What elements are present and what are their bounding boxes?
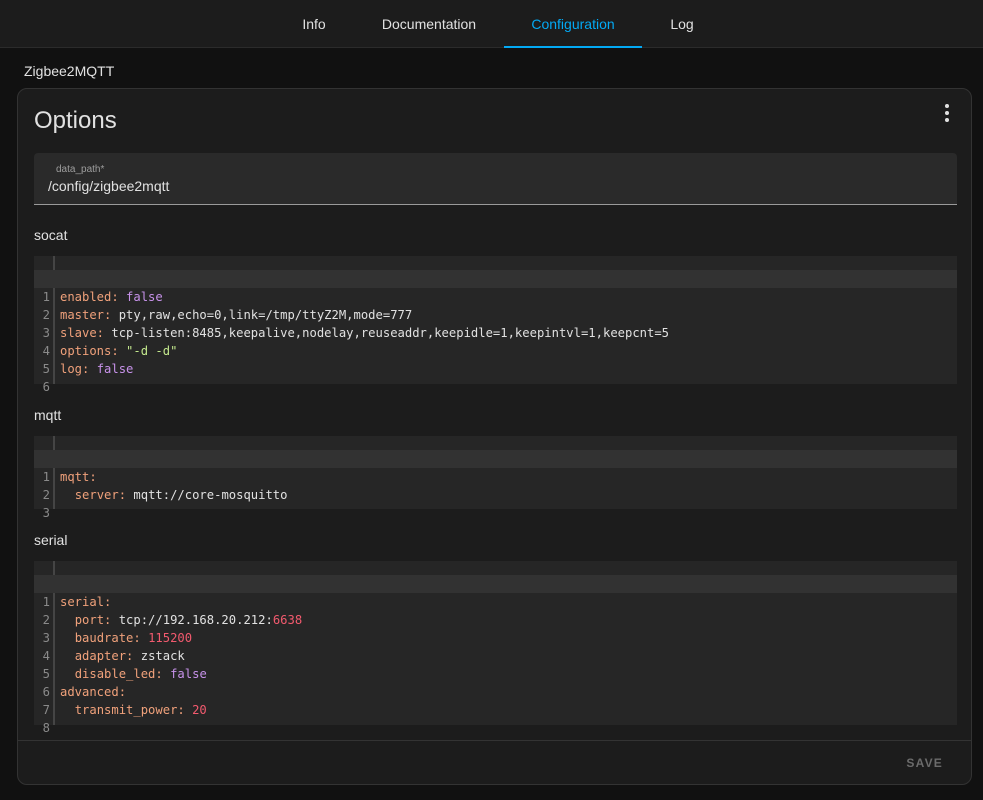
socat-code-editor[interactable]: 1 enabled: false 2 master: pty,raw,echo=0,… (34, 256, 957, 394)
code-line: 4 adapter: zstack (42, 649, 185, 663)
code-line: 7 transmit_power: 20 (42, 703, 207, 717)
code-line: 2 master: pty,raw,echo=0,link=/tmp/ttyZ2M… (42, 308, 413, 322)
save-button[interactable]: SAVE (906, 756, 943, 770)
code-line: 4 options: "-d -d" (42, 344, 178, 358)
data-path-value[interactable]: /config/zigbee2mqtt (48, 178, 169, 194)
active-tab-indicator (504, 46, 642, 48)
code-line: 6 advanced: (42, 685, 127, 699)
code-line: 5 log: false (42, 362, 134, 376)
code-line: 3 slave: tcp-listen:8485,keepalive,nodela… (42, 326, 670, 340)
tab-log[interactable]: Log (652, 0, 712, 48)
tab-bar: Info Documentation Configuration Log (0, 0, 983, 48)
addon-name: Zigbee2MQTT (24, 63, 115, 79)
card-title: Options (34, 107, 117, 134)
code-line: 2 server: mqtt://core-mosquitto (42, 488, 288, 502)
code-line: 3 (42, 506, 50, 520)
section-label-serial: serial (34, 532, 68, 548)
code-line: 8 (42, 721, 50, 735)
data-path-label: data_path* (56, 164, 105, 175)
section-label-socat: socat (34, 227, 68, 243)
code-line: 5 disable_led: false (42, 667, 207, 681)
code-line: 3 baudrate: 115200 (42, 631, 193, 645)
tab-log-label: Log (670, 16, 694, 32)
tab-info-label: Info (302, 16, 326, 32)
tab-info[interactable]: Info (281, 0, 347, 48)
tab-documentation-label: Documentation (381, 16, 477, 32)
section-label-mqtt: mqtt (34, 407, 62, 423)
options-card: Options data_path* /config/zigbee2mqtt s… (17, 88, 972, 785)
card-actions: SAVE (18, 740, 971, 784)
serial-code-editor[interactable]: 1 serial: 2 port: tcp://192.168.20.212:66… (34, 561, 957, 735)
data-path-field[interactable]: data_path* /config/zigbee2mqtt (34, 153, 957, 205)
tab-documentation[interactable]: Documentation (366, 0, 492, 48)
code-line: 6 (42, 380, 50, 394)
code-line: 2 port: tcp://192.168.20.212:6638 (42, 613, 303, 627)
mqtt-code-editor[interactable]: 1 mqtt: 2 server: mqtt://core-mosquitto 3 (34, 436, 957, 520)
code-line: 1 enabled: false (34, 270, 957, 304)
tab-configuration[interactable]: Configuration (504, 0, 642, 48)
code-line: 1 mqtt: (34, 450, 957, 484)
dots-vertical-icon[interactable] (935, 101, 959, 125)
code-line: 1 serial: (34, 575, 957, 609)
tab-configuration-label: Configuration (531, 16, 615, 32)
